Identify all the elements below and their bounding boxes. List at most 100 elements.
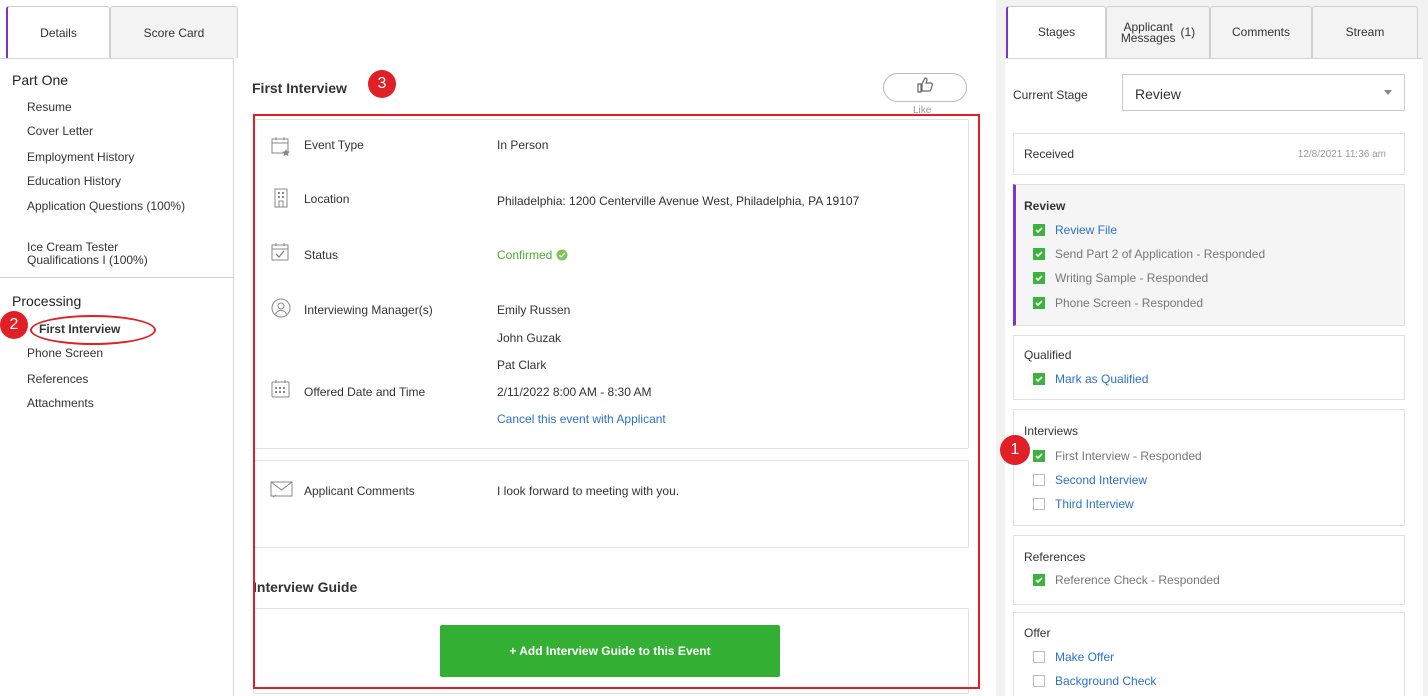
- building-icon: [270, 187, 292, 209]
- checkbox-empty-icon[interactable]: [1033, 651, 1045, 663]
- tab-applicant-messages[interactable]: Applicant Messages (1): [1106, 6, 1210, 58]
- stage-offer-title: Offer: [1024, 626, 1051, 640]
- task-third-interview[interactable]: Third Interview: [1033, 497, 1134, 511]
- stage-received-date: 12/8/2021 11:36 am: [1297, 149, 1386, 160]
- interview-guide-title: Interview Guide: [253, 579, 358, 595]
- task-status: - Responded: [1131, 296, 1204, 310]
- check-circle-icon: [556, 249, 568, 261]
- tab-stages[interactable]: Stages: [1006, 6, 1106, 58]
- task-name: Phone Screen: [1055, 296, 1132, 310]
- task-background-check[interactable]: Background Check: [1033, 674, 1156, 688]
- messages-count-badge: (1): [1180, 25, 1196, 39]
- stage-interviews-title: Interviews: [1024, 424, 1079, 438]
- status-label: Status: [304, 248, 339, 262]
- stage-received-title: Received: [1024, 147, 1075, 161]
- page-title: First Interview: [252, 80, 347, 96]
- status-text: Confirmed: [497, 248, 553, 262]
- task-second-interview[interactable]: Second Interview: [1033, 473, 1147, 487]
- task-status: - Responded: [1193, 247, 1266, 261]
- checkbox-checked-icon[interactable]: [1033, 272, 1045, 284]
- nav-heading-processing: Processing: [12, 293, 82, 309]
- applicant-comments-label: Applicant Comments: [304, 484, 415, 498]
- task-name[interactable]: Second Interview: [1055, 473, 1147, 487]
- tab-score-card[interactable]: Score Card: [110, 6, 238, 58]
- manager-name: Emily Russen: [497, 303, 571, 317]
- calendar-icon: [270, 378, 292, 400]
- checkbox-checked-icon[interactable]: [1033, 373, 1045, 385]
- task-name[interactable]: Third Interview: [1055, 497, 1134, 511]
- nav-item-references[interactable]: References: [27, 373, 227, 386]
- task-status: - Responded: [1129, 449, 1202, 463]
- nav-item-cover-letter[interactable]: Cover Letter: [27, 125, 227, 138]
- location-value: Philadelphia: 1200 Centerville Avenue We…: [497, 194, 860, 208]
- checkbox-checked-icon[interactable]: [1033, 574, 1045, 586]
- stage-review-title: Review: [1024, 199, 1066, 213]
- event-details-card: [253, 119, 969, 449]
- stage-qualified: Qualified: [1013, 335, 1405, 400]
- cancel-event-link[interactable]: Cancel this event with Applicant: [497, 412, 666, 426]
- person-icon: [270, 297, 292, 319]
- tab-stream[interactable]: Stream: [1312, 6, 1418, 58]
- nav-item-education-history[interactable]: Education History: [27, 175, 227, 188]
- event-type-label: Event Type: [304, 138, 364, 152]
- task-name[interactable]: Review File: [1055, 223, 1117, 237]
- current-stage-label: Current Stage: [1013, 88, 1088, 102]
- task-name: Writing Sample: [1055, 271, 1137, 285]
- location-label: Location: [304, 192, 350, 206]
- task-name[interactable]: Mark as Qualified: [1055, 372, 1148, 386]
- nav-item-ice-cream-tester[interactable]: Ice Cream Tester Qualifications I (100%): [27, 241, 187, 267]
- stage-received: Received 12/8/2021 11:36 am: [1013, 133, 1405, 175]
- task-name[interactable]: Make Offer: [1055, 650, 1114, 664]
- checkbox-checked-icon[interactable]: [1033, 224, 1045, 236]
- nav-divider: [0, 277, 234, 278]
- current-stage-value: Review: [1135, 86, 1181, 102]
- nav-item-resume[interactable]: Resume: [27, 101, 227, 114]
- nav-item-phone-screen[interactable]: Phone Screen: [27, 347, 227, 360]
- task-phone-screen[interactable]: Phone Screen - Responded: [1033, 296, 1203, 310]
- thumbs-up-icon: [916, 76, 934, 99]
- task-first-interview[interactable]: First Interview - Responded: [1033, 449, 1202, 463]
- nav-item-attachments[interactable]: Attachments: [27, 397, 227, 410]
- calendar-check-icon: [270, 241, 292, 263]
- applicant-comments-value: I look forward to meeting with you.: [497, 484, 680, 498]
- task-name: Send Part 2 of Application: [1055, 247, 1194, 261]
- task-reference-check[interactable]: Reference Check - Responded: [1033, 573, 1220, 587]
- nav-heading-part-one: Part One: [12, 72, 69, 88]
- status-value: Confirmed: [497, 248, 568, 262]
- tab-comments[interactable]: Comments: [1210, 6, 1312, 58]
- annotation-ellipse: [30, 315, 156, 345]
- nav-item-employment-history[interactable]: Employment History: [27, 151, 227, 164]
- task-send-part-2[interactable]: Send Part 2 of Application - Responded: [1033, 247, 1265, 261]
- checkbox-checked-icon[interactable]: [1033, 248, 1045, 260]
- task-name[interactable]: Background Check: [1055, 674, 1156, 688]
- event-type-value: In Person: [497, 138, 549, 152]
- envelope-icon: [270, 478, 294, 500]
- checkbox-checked-icon[interactable]: [1033, 450, 1045, 462]
- checkbox-checked-icon[interactable]: [1033, 297, 1045, 309]
- checkbox-empty-icon[interactable]: [1033, 675, 1045, 687]
- manager-name: Pat Clark: [497, 358, 547, 372]
- left-tab-bar: Details Score Card: [0, 0, 238, 58]
- offered-label: Offered Date and Time: [304, 385, 426, 399]
- like-label: Like: [913, 105, 932, 116]
- annotation-badge-2: 2: [0, 311, 28, 339]
- tab-details[interactable]: Details: [6, 6, 110, 58]
- applicant-comments-card: [253, 460, 969, 548]
- task-mark-qualified[interactable]: Mark as Qualified: [1033, 372, 1148, 386]
- task-name: Reference Check: [1055, 573, 1148, 587]
- task-name: First Interview: [1055, 449, 1130, 463]
- task-review-file[interactable]: Review File: [1033, 223, 1117, 237]
- task-writing-sample[interactable]: Writing Sample - Responded: [1033, 271, 1208, 285]
- calendar-star-icon: [270, 135, 292, 157]
- task-make-offer[interactable]: Make Offer: [1033, 650, 1114, 664]
- add-interview-guide-button[interactable]: + Add Interview Guide to this Event: [440, 625, 780, 677]
- stage-qualified-title: Qualified: [1024, 348, 1072, 362]
- current-stage-select[interactable]: Review: [1122, 74, 1405, 111]
- task-status: - Responded: [1136, 271, 1209, 285]
- like-button[interactable]: [883, 73, 967, 102]
- nav-item-application-questions[interactable]: Application Questions (100%): [27, 200, 187, 213]
- checkbox-empty-icon[interactable]: [1033, 474, 1045, 486]
- stage-references-title: References: [1024, 550, 1086, 564]
- task-status: - Responded: [1147, 573, 1220, 587]
- checkbox-empty-icon[interactable]: [1033, 498, 1045, 510]
